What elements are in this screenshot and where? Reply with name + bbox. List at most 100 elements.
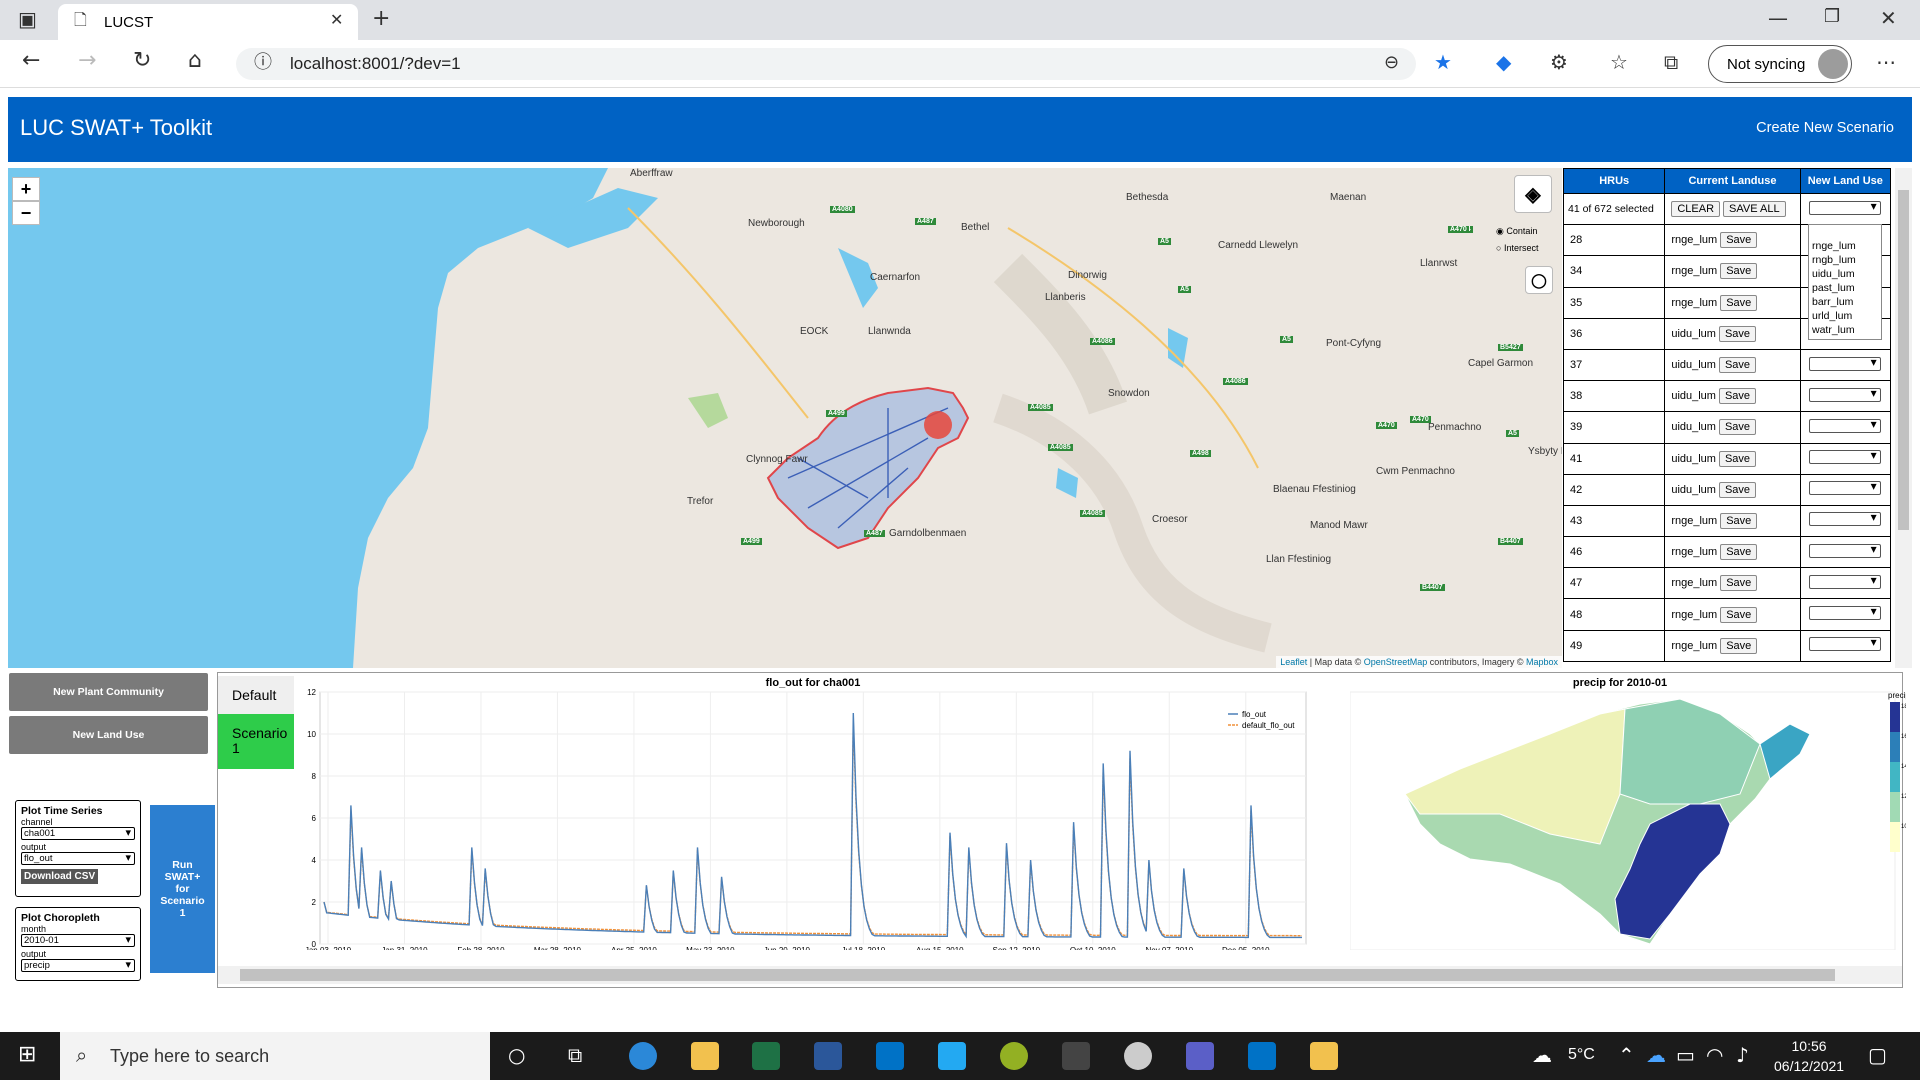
new-land-use-select[interactable]	[1808, 542, 1881, 558]
scroll-thumb[interactable]	[1898, 190, 1909, 530]
restore-icon[interactable]: ❐	[1824, 8, 1840, 26]
map-view[interactable]: + − ◈ ◉ Contain ○ Intersect ◯ Aberffraw N…	[8, 168, 1562, 668]
cortana-icon[interactable]: ○	[508, 1045, 525, 1065]
tab-default[interactable]: Default	[218, 676, 294, 714]
mapbox-link[interactable]: Mapbox	[1526, 657, 1558, 667]
save-button[interactable]: Save	[1718, 481, 1757, 498]
more-menu-icon[interactable]: ⋯	[1876, 52, 1896, 72]
save-button[interactable]: Save	[1720, 637, 1758, 654]
save-button[interactable]: Save	[1718, 419, 1757, 436]
url-field[interactable]: ⓘ localhost:8001/?dev=1 ⊖	[236, 48, 1416, 80]
windows-start-icon[interactable]: ⊞	[18, 1044, 36, 1066]
zoom-icon[interactable]: ⊖	[1384, 54, 1399, 72]
extension-icon[interactable]: ◆	[1496, 52, 1511, 72]
minimize-icon[interactable]: —	[1768, 8, 1788, 28]
vscode-icon[interactable]	[938, 1042, 966, 1070]
extensions-icon[interactable]: ⚙	[1550, 52, 1568, 72]
dropdown-option[interactable]: rngb_lum	[1812, 253, 1881, 267]
save-button[interactable]: Save	[1720, 232, 1758, 249]
notification-icon[interactable]: ▢	[1868, 1045, 1887, 1065]
filter-intersect[interactable]: ○ Intersect	[1496, 243, 1538, 253]
new-land-use-button[interactable]: New Land Use	[9, 716, 208, 754]
teams-icon[interactable]	[1186, 1042, 1214, 1070]
clear-button[interactable]: CLEAR	[1671, 201, 1721, 218]
dropdown-option[interactable]: urld_lum	[1812, 309, 1881, 323]
battery-icon[interactable]: ▭	[1676, 1045, 1695, 1065]
time-series-chart[interactable]: flo_out for cha001024681012Jan 03, 2010J…	[298, 674, 1310, 950]
save-button[interactable]: Save	[1720, 544, 1758, 561]
filter-contain[interactable]: ◉ Contain	[1496, 226, 1537, 237]
file-explorer-icon[interactable]	[691, 1042, 719, 1070]
close-window-icon[interactable]: ✕	[1880, 8, 1897, 28]
task-view-icon[interactable]: ⧉	[568, 1045, 582, 1065]
back-icon[interactable]: ←	[22, 50, 40, 72]
land-use-dropdown[interactable]: rnge_lum rngb_lum uidu_lum past_lum barr_lum…	[1808, 224, 1882, 340]
clock[interactable]: 10:56 06/12/2021	[1774, 1036, 1844, 1076]
forward-icon[interactable]: →	[78, 50, 96, 72]
terminal-icon[interactable]	[1062, 1042, 1090, 1070]
dropdown-option[interactable]: watr_lum	[1812, 323, 1881, 337]
qgis-icon[interactable]	[1000, 1042, 1028, 1070]
edge-icon[interactable]	[629, 1042, 657, 1070]
table-scrollbar[interactable]	[1895, 168, 1912, 668]
tab-actions-icon[interactable]: ▣	[18, 9, 37, 29]
close-tab-icon[interactable]: ✕	[330, 12, 343, 28]
snipping-icon[interactable]	[1124, 1042, 1152, 1070]
collections-icon[interactable]: ⧉	[1664, 52, 1678, 72]
avatar[interactable]	[1818, 49, 1848, 79]
new-tab-icon[interactable]: +	[372, 8, 390, 30]
download-csv-button[interactable]: Download CSV	[21, 869, 99, 884]
leaflet-link[interactable]: Leaflet	[1280, 657, 1307, 667]
save-button[interactable]: Save	[1720, 294, 1758, 311]
save-button[interactable]: Save	[1718, 388, 1757, 405]
onedrive-icon[interactable]: ☁	[1646, 1045, 1666, 1065]
save-button[interactable]: Save	[1720, 263, 1758, 280]
new-land-use-select[interactable]	[1808, 417, 1881, 433]
refresh-icon[interactable]: ↻	[133, 50, 151, 72]
month-select[interactable]: 2010-01	[21, 933, 135, 947]
save-button[interactable]: Save	[1718, 357, 1757, 374]
create-new-scenario-link[interactable]: Create New Scenario	[1756, 120, 1894, 136]
new-land-use-select[interactable]	[1808, 199, 1881, 215]
lasso-select-button[interactable]: ◯	[1525, 266, 1553, 294]
new-land-use-select[interactable]	[1808, 479, 1881, 496]
output-select[interactable]: flo_out	[21, 851, 135, 865]
zoom-out-button[interactable]: −	[12, 201, 40, 225]
run-swat-button[interactable]: Run SWAT+ for Scenario 1	[150, 805, 215, 973]
channel-select[interactable]: cha001	[21, 826, 135, 840]
favorite-star-icon[interactable]: ★	[1434, 52, 1452, 72]
save-button[interactable]: Save	[1718, 325, 1757, 342]
home-icon[interactable]: ⌂	[188, 50, 202, 72]
new-land-use-select[interactable]	[1808, 604, 1881, 621]
dropdown-option[interactable]: rnge_lum	[1812, 239, 1881, 253]
wifi-icon[interactable]: ◠	[1706, 1045, 1723, 1065]
excel-icon[interactable]	[752, 1042, 780, 1070]
new-land-use-select[interactable]	[1808, 573, 1881, 589]
new-land-use-select[interactable]	[1808, 355, 1881, 371]
save-button[interactable]: Save	[1720, 606, 1758, 623]
site-info-icon[interactable]: ⓘ	[254, 54, 272, 72]
dropdown-option[interactable]: past_lum	[1812, 281, 1881, 295]
save-button[interactable]: Save	[1720, 575, 1758, 592]
new-land-use-select[interactable]	[1808, 386, 1881, 402]
new-land-use-select[interactable]	[1808, 448, 1881, 465]
new-plant-community-button[interactable]: New Plant Community	[9, 673, 208, 711]
taskbar-search[interactable]: ⌕ Type here to search	[60, 1032, 490, 1080]
horizontal-scrollbar[interactable]	[218, 966, 1902, 984]
osm-link[interactable]: OpenStreetMap	[1364, 657, 1428, 667]
choro-output-select[interactable]: precip	[21, 958, 135, 972]
zoom-in-button[interactable]: +	[12, 177, 40, 201]
tray-up-icon[interactable]: ⌃	[1618, 1045, 1635, 1065]
browser-tab[interactable]: 🗋 LUCST ✕	[58, 4, 358, 40]
outlook-icon[interactable]	[876, 1042, 904, 1070]
h-scroll-thumb[interactable]	[240, 969, 1835, 981]
volume-icon[interactable]: ♪	[1736, 1045, 1749, 1065]
word-icon[interactable]	[814, 1042, 842, 1070]
tab-scenario-1[interactable]: Scenario 1	[218, 714, 294, 769]
save-all-button[interactable]: SAVE ALL	[1723, 201, 1786, 218]
choropleth-chart[interactable]: precip for 2010-01 precip 18 16 14 12 10	[1350, 674, 1906, 950]
dropdown-option[interactable]: barr_lum	[1812, 295, 1881, 309]
save-button[interactable]: Save	[1720, 512, 1758, 529]
save-button[interactable]: Save	[1718, 450, 1757, 467]
favorites-icon[interactable]: ☆	[1610, 52, 1628, 72]
